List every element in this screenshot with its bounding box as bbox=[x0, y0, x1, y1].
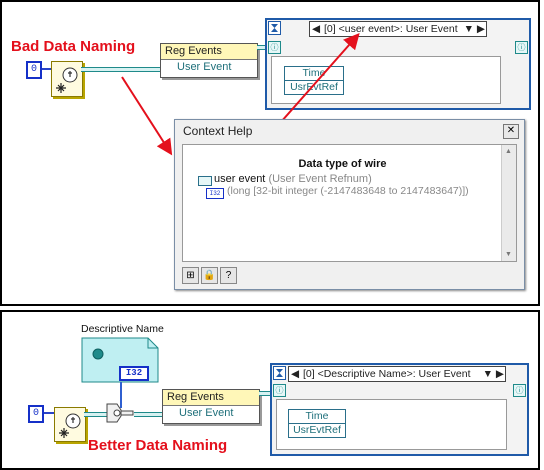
context-help-title: Context Help bbox=[183, 124, 253, 138]
better-naming-heading: Better Data Naming bbox=[88, 437, 228, 454]
wire-name-line: user event (User Event Refnum) bbox=[214, 173, 372, 185]
register-events-title: Reg Events bbox=[163, 390, 259, 406]
bottom-diagram-panel: Descriptive Name I32 0 Reg Events User E… bbox=[0, 310, 540, 470]
close-icon[interactable]: ✕ bbox=[503, 124, 519, 139]
numeric-constant[interactable]: 0 bbox=[28, 405, 44, 423]
context-help-window[interactable]: Context Help ✕ Data type of wire user ev… bbox=[174, 119, 525, 290]
wire-name: user event bbox=[214, 173, 266, 185]
event-wire bbox=[134, 412, 164, 417]
create-user-event-node[interactable] bbox=[54, 407, 86, 442]
dynamic-event-terminal-icon: ⓘ bbox=[273, 384, 286, 397]
descriptive-name-constant[interactable]: I32 bbox=[81, 337, 159, 383]
i32-constant-badge: I32 bbox=[119, 366, 149, 381]
top-diagram-panel: Bad Data Naming 0 Reg Events User Event … bbox=[0, 0, 540, 306]
connector-node bbox=[105, 400, 135, 426]
dynamic-event-terminal-right-icon: ⓘ bbox=[513, 384, 526, 397]
event-data-usrevtref: UsrEvtRef bbox=[293, 424, 341, 436]
event-data-time: Time bbox=[289, 410, 345, 424]
show-optional-terminals-icon[interactable]: ⊞ bbox=[182, 267, 199, 284]
context-help-toolbar: ⊞ 🔒 ? bbox=[182, 267, 237, 284]
register-events-node[interactable]: Reg Events User Event bbox=[162, 389, 260, 424]
help-icon[interactable]: ? bbox=[220, 267, 237, 284]
event-data-node[interactable]: Time UsrEvtRef bbox=[288, 409, 346, 438]
i32-type-icon: I32 bbox=[206, 188, 224, 199]
refnum-type-icon bbox=[198, 176, 212, 186]
scrollbar[interactable]: ▲ ▼ bbox=[501, 145, 516, 261]
wire-type: (User Event Refnum) bbox=[268, 173, 372, 185]
hourglass-icon bbox=[273, 366, 286, 380]
element-type: (long [32-bit integer (-2147483648 to 21… bbox=[227, 185, 469, 197]
context-help-body: Data type of wire user event (User Event… bbox=[182, 144, 517, 262]
context-help-heading: Data type of wire bbox=[298, 158, 387, 170]
event-case-frame: Time UsrEvtRef bbox=[276, 399, 507, 450]
selector-right-arrow-icon[interactable]: ▶ bbox=[496, 367, 504, 381]
event-structure[interactable]: ⓘ ⓘ ◀ [0] <Descriptive Name>: User Event… bbox=[270, 363, 529, 456]
event-case-selector[interactable]: ◀ [0] <Descriptive Name>: User Event ▼ ▶ bbox=[288, 366, 506, 382]
create-user-event-icon bbox=[59, 413, 81, 438]
lock-icon[interactable]: 🔒 bbox=[201, 267, 218, 284]
register-events-row: User Event bbox=[179, 407, 234, 419]
selector-dropdown-icon[interactable]: ▼ bbox=[483, 367, 493, 381]
selector-label: [0] <Descriptive Name>: User Event bbox=[303, 368, 471, 380]
wire bbox=[44, 412, 54, 414]
selector-left-arrow-icon[interactable]: ◀ bbox=[291, 367, 299, 381]
constant-label: Descriptive Name bbox=[81, 323, 164, 335]
